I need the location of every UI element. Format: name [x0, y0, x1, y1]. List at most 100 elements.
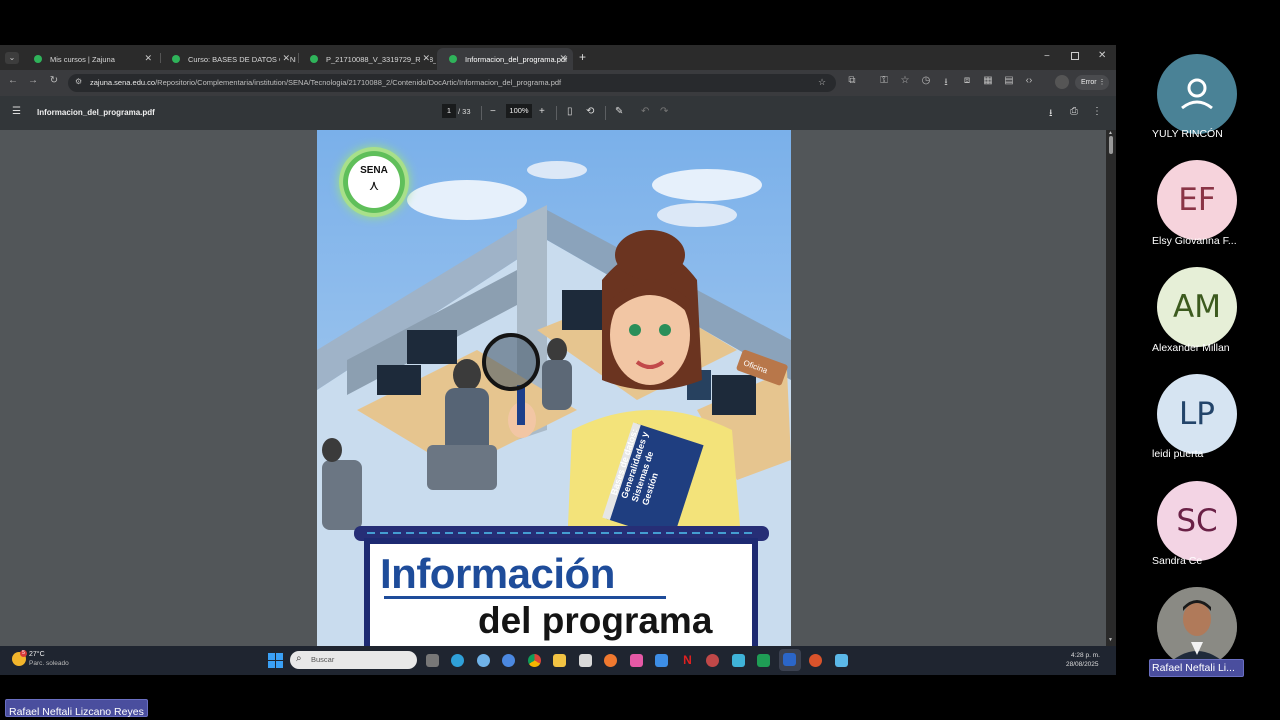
app2-icon[interactable]: [706, 654, 719, 667]
settings-icon[interactable]: [477, 654, 490, 667]
annotate-pen-icon[interactable]: ✎: [615, 106, 623, 117]
close-icon[interactable]: ✕: [144, 53, 152, 64]
pdf-toolbar: ☰ Informacion_del_programa.pdf 1 / 33 − …: [0, 96, 1116, 130]
address-bar[interactable]: ⚙ zajuna.sena.edu.co/Repositorio/Complem…: [68, 74, 836, 92]
edge-icon[interactable]: [451, 654, 464, 667]
cover-title-underline: [384, 596, 666, 599]
windows-taskbar: 5 27°C Parc. soleado ⌕ Buscar N 4:28 p. …: [0, 646, 1116, 675]
powerpoint-icon[interactable]: [809, 654, 822, 667]
participant-name: leidi puerta: [1152, 448, 1204, 460]
sidepanel-icon[interactable]: ▤: [1002, 75, 1016, 86]
undo-icon[interactable]: ↶: [641, 106, 649, 117]
task-view-icon[interactable]: [426, 654, 439, 667]
site-info-icon[interactable]: ⚙: [75, 77, 82, 86]
search-placeholder: Buscar: [311, 655, 335, 664]
pdf-viewport[interactable]: Oficina Bases de datos: Generalidades y …: [0, 130, 1116, 646]
zoom-out-button[interactable]: −: [490, 106, 496, 117]
browser-toolbar: ← → ↻ ⚙ zajuna.sena.edu.co/Repositorio/C…: [0, 70, 1116, 96]
close-icon[interactable]: ✕: [559, 53, 567, 64]
todo-icon[interactable]: [655, 654, 668, 667]
participant-avatar-ef[interactable]: EF: [1157, 160, 1237, 240]
notepad-icon[interactable]: [835, 654, 848, 667]
close-icon[interactable]: ✕: [280, 53, 290, 64]
redo-icon[interactable]: ↷: [660, 106, 668, 117]
tab-p-document[interactable]: P_21710088_V_3319729_R_68_( ✕: [298, 48, 436, 70]
rotate-icon[interactable]: ⟲: [586, 106, 594, 117]
tab-title: Mis cursos | Zajuna: [50, 54, 115, 64]
back-icon[interactable]: ←: [6, 75, 20, 86]
pdf-page-1: Oficina Bases de datos: Generalidades y …: [317, 130, 791, 646]
print-icon[interactable]: ⎙: [1070, 106, 1078, 117]
weather-widget[interactable]: 5 27°C Parc. soleado: [10, 650, 90, 671]
bookmark-star-icon[interactable]: ☆: [818, 77, 826, 88]
scrollbar-thumb[interactable]: [1109, 136, 1113, 154]
favicon-icon: [34, 55, 42, 63]
devtools-icon[interactable]: ‹›: [1022, 75, 1036, 86]
start-button[interactable]: [268, 653, 283, 668]
chrome-icon[interactable]: [528, 654, 541, 667]
minimize-button[interactable]: −: [1044, 51, 1050, 62]
word-icon: [783, 653, 796, 666]
favicon-icon: [310, 55, 318, 63]
new-tab-button[interactable]: +: [579, 50, 586, 64]
photos-icon[interactable]: [630, 654, 643, 667]
participant-photo: [1157, 587, 1237, 667]
close-window-button[interactable]: ✕: [1098, 50, 1106, 61]
translate-icon[interactable]: ⧈: [960, 75, 974, 86]
participant-name-highlight: Rafael Neftali Li...: [1149, 659, 1244, 677]
zoom-in-button[interactable]: +: [539, 106, 545, 117]
restore-button[interactable]: [1071, 52, 1079, 60]
bookmarks-icon[interactable]: ☆: [898, 75, 912, 86]
file-explorer-icon[interactable]: [553, 654, 566, 667]
weather-desc: Parc. soleado: [29, 660, 69, 667]
sena-figure-icon: ⋏: [368, 177, 380, 193]
weather-temp: 27°C: [29, 651, 45, 658]
fit-page-icon[interactable]: ▯: [567, 106, 573, 117]
favicon-icon: [449, 55, 457, 63]
firefox-icon[interactable]: [604, 654, 617, 667]
app-icon[interactable]: [502, 654, 515, 667]
app3-icon[interactable]: [732, 654, 745, 667]
cover-title-line-2: del programa: [478, 600, 713, 641]
more-menu-icon: ⋮: [1098, 79, 1106, 86]
netflix-icon[interactable]: N: [681, 654, 694, 667]
error-button[interactable]: Error ⋮: [1075, 75, 1109, 90]
toolbar-divider: [605, 106, 606, 120]
calendar-icon[interactable]: [579, 654, 592, 667]
history-icon[interactable]: ◷: [919, 75, 933, 86]
word-icon-active[interactable]: [779, 649, 801, 671]
reload-icon[interactable]: ↻: [47, 75, 61, 86]
taskbar-search[interactable]: ⌕ Buscar: [290, 651, 417, 669]
download-icon[interactable]: ⭳: [939, 75, 953, 92]
presenter-label: Rafael Neftali Lizcano Reyes: [5, 699, 148, 718]
zoom-input[interactable]: 100%: [506, 104, 532, 118]
forward-icon[interactable]: →: [26, 75, 40, 86]
apps-icon[interactable]: ▦: [981, 75, 995, 86]
download-icon[interactable]: ⭳: [1049, 106, 1053, 123]
page-number-input[interactable]: 1: [442, 104, 456, 118]
password-icon[interactable]: ⚿: [877, 75, 891, 86]
more-options-icon[interactable]: ⋮: [1092, 106, 1102, 117]
sena-logo: SENA ⋏: [339, 147, 409, 217]
profile-avatar[interactable]: [1055, 75, 1069, 89]
excel-icon[interactable]: [757, 654, 770, 667]
url-text: zajuna.sena.edu.co/Repositorio/Complemen…: [90, 78, 562, 87]
tab-curso-bases[interactable]: Curso: BASES DE DATOS GENE ✕: [160, 48, 296, 70]
participant-avatar-yuly[interactable]: [1157, 54, 1237, 134]
person-icon: [1181, 78, 1213, 110]
tab-mis-cursos[interactable]: Mis cursos | Zajuna ✕: [22, 48, 158, 70]
participant-photo-rafael[interactable]: [1157, 587, 1237, 667]
participant-avatar-lp[interactable]: LP: [1157, 374, 1237, 454]
tab-search-button[interactable]: ⌄: [5, 52, 19, 64]
tab-informacion-pdf[interactable]: Informacion_del_programa.pdf ✕: [437, 48, 573, 70]
clock-time: 4:28 p. m.: [1071, 652, 1100, 659]
search-icon: ⌕: [296, 653, 302, 664]
participant-avatar-am[interactable]: AM: [1157, 267, 1237, 347]
menu-icon[interactable]: ☰: [12, 106, 21, 117]
extensions-icon[interactable]: ⧉: [845, 75, 859, 86]
scroll-down-arrow[interactable]: ▼: [1108, 637, 1113, 643]
close-icon[interactable]: ✕: [420, 53, 430, 64]
participant-avatar-sc[interactable]: SC: [1157, 481, 1237, 561]
participant-name: Elsy Giovanna F...: [1152, 235, 1237, 247]
pdf-scrollbar[interactable]: ▲ ▼: [1106, 130, 1116, 646]
